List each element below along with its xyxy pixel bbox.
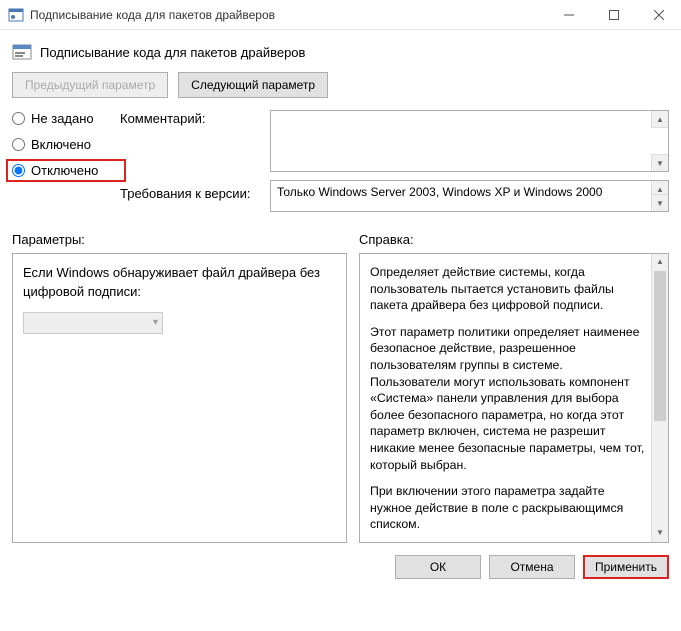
chevron-down-icon: ▾ bbox=[153, 317, 158, 328]
apply-button[interactable]: Применить bbox=[583, 555, 669, 579]
params-section-label: Параметры: bbox=[12, 232, 359, 247]
scroll-down-icon[interactable]: ▼ bbox=[652, 525, 668, 542]
params-panel: Если Windows обнаруживает файл драйвера … bbox=[12, 253, 347, 543]
radio-enabled-input[interactable] bbox=[12, 138, 25, 151]
scroll-up-icon[interactable]: ▲ bbox=[651, 111, 668, 128]
radio-disabled[interactable]: Отключено bbox=[12, 163, 98, 178]
radio-not-configured[interactable]: Не задано bbox=[12, 111, 120, 126]
scroll-down-icon[interactable]: ▼ bbox=[651, 154, 668, 171]
help-text: Этот параметр политики определяет наимен… bbox=[370, 324, 646, 473]
scrollbar-thumb[interactable] bbox=[654, 271, 666, 421]
radio-disabled-input[interactable] bbox=[12, 164, 25, 177]
radio-label: Отключено bbox=[31, 163, 98, 178]
scrollbar[interactable]: ▲ ▼ bbox=[651, 254, 668, 542]
ok-button[interactable]: ОК bbox=[395, 555, 481, 579]
previous-setting-button: Предыдущий параметр bbox=[12, 72, 168, 98]
titlebar: Подписывание кода для пакетов драйверов bbox=[0, 0, 681, 30]
minimize-button[interactable] bbox=[546, 0, 591, 30]
window-title: Подписывание кода для пакетов драйверов bbox=[30, 8, 546, 22]
cancel-button[interactable]: Отмена bbox=[489, 555, 575, 579]
app-icon bbox=[8, 7, 24, 23]
policy-icon bbox=[12, 42, 32, 62]
help-text: Определяет действие системы, когда польз… bbox=[370, 264, 646, 314]
highlight-box: Отключено bbox=[6, 159, 126, 182]
help-panel: Определяет действие системы, когда польз… bbox=[359, 253, 669, 543]
version-value: Только Windows Server 2003, Windows XP и… bbox=[277, 185, 602, 199]
comment-label: Комментарий: bbox=[120, 110, 270, 172]
radio-label: Включено bbox=[31, 137, 91, 152]
params-description: Если Windows обнаруживает файл драйвера … bbox=[23, 264, 336, 302]
maximize-button[interactable] bbox=[591, 0, 636, 30]
next-setting-button[interactable]: Следующий параметр bbox=[178, 72, 328, 98]
version-label: Требования к версии: bbox=[120, 178, 270, 212]
page-title: Подписывание кода для пакетов драйверов bbox=[40, 45, 305, 60]
radio-label: Не задано bbox=[31, 111, 94, 126]
radio-not-configured-input[interactable] bbox=[12, 112, 25, 125]
help-section-label: Справка: bbox=[359, 232, 414, 247]
params-dropdown[interactable]: ▾ bbox=[23, 312, 163, 334]
help-text: При включении этого параметра задайте ну… bbox=[370, 483, 646, 533]
close-button[interactable] bbox=[636, 0, 681, 30]
radio-enabled[interactable]: Включено bbox=[12, 137, 120, 152]
scroll-up-icon[interactable]: ▲ bbox=[652, 254, 668, 271]
header: Подписывание кода для пакетов драйверов bbox=[0, 30, 681, 72]
version-textarea[interactable]: Только Windows Server 2003, Windows XP и… bbox=[270, 180, 669, 212]
scroll-down-icon[interactable]: ▼ bbox=[651, 194, 668, 211]
comment-textarea[interactable]: ▲ ▼ bbox=[270, 110, 669, 172]
